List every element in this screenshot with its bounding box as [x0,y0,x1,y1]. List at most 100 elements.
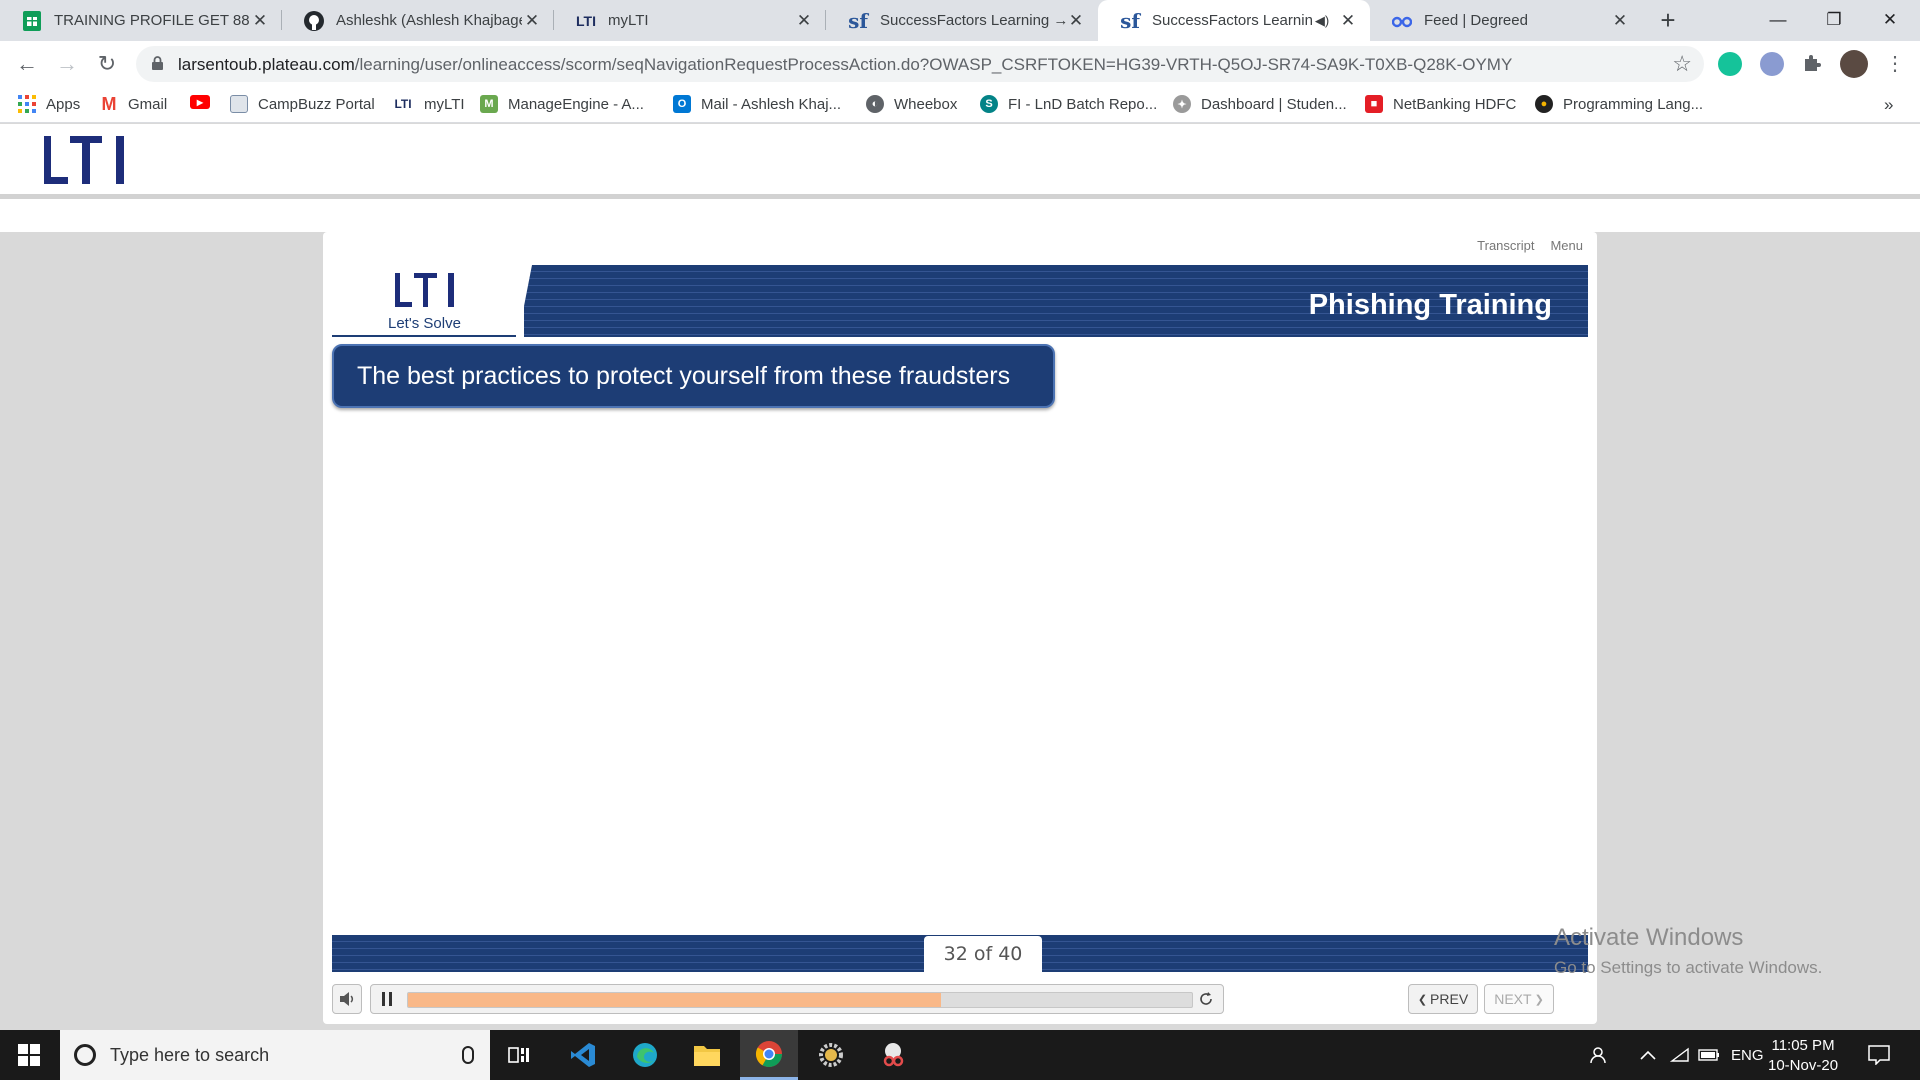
site-subbar [0,199,1920,232]
chevron-up-icon[interactable] [1640,1030,1656,1080]
manageengine-icon: M [480,95,498,113]
microphone-icon[interactable] [462,1046,474,1064]
new-tab-button[interactable]: + [1652,6,1684,36]
file-explorer-icon[interactable] [678,1030,736,1080]
start-button[interactable] [0,1030,58,1080]
edge-icon[interactable] [616,1030,674,1080]
watermark-title: Activate Windows [1554,924,1744,951]
extensions-puzzle-icon[interactable] [1800,52,1824,76]
bookmark-mail[interactable]: O Mail - Ashlesh Khaj... [673,95,841,113]
course-player: Transcript Menu Let's Solve Phishing Tra… [323,232,1597,1024]
extension-icon[interactable] [1760,52,1784,76]
player-footer-band: 32 of 40 [332,935,1588,972]
youtube-icon: ▶ [190,95,210,109]
tab-title: Ashleshk (Ashlesh Khajbage) [336,12,522,29]
snipping-tool-icon[interactable] [864,1030,922,1080]
url-path: /learning/user/onlineaccess/scorm/seqNav… [354,55,1513,74]
bookmark-label: Gmail [128,95,168,113]
browser-tab[interactable]: Ashleshk (Ashlesh Khajbage) ✕ [282,0,554,41]
document-icon [230,95,248,113]
close-tab-icon[interactable]: ✕ [1066,11,1086,31]
address-bar[interactable]: larsentoub.plateau.com/learning/user/onl… [136,46,1704,82]
prev-button[interactable]: ❮ PREV [1408,984,1478,1014]
site-header [0,124,1920,194]
bookmark-gmail[interactable]: M Gmail [100,94,168,114]
taskbar-search[interactable]: Type here to search [60,1030,490,1080]
seal-icon: ✦ [1173,95,1191,113]
profile-avatar[interactable] [1840,50,1868,78]
course-banner: Let's Solve Phishing Training [332,265,1588,337]
minimize-button[interactable]: — [1750,0,1806,41]
forward-button[interactable]: → [52,49,82,79]
browser-tab[interactable]: TRAINING PROFILE GET 881 - ✕ [0,0,282,41]
people-icon[interactable] [1590,1030,1610,1080]
bookmark-dashboard[interactable]: ✦ Dashboard | Studen... [1173,95,1347,113]
logo-tagline: Let's Solve [388,315,461,332]
bookmark-apps[interactable]: Apps [18,95,80,113]
course-logo: Let's Solve [332,265,524,337]
close-tab-icon[interactable]: ✕ [1610,11,1630,31]
lti-logo-icon [395,273,454,307]
settings-gear-icon[interactable] [802,1030,860,1080]
reload-button[interactable]: ↻ [92,49,122,79]
degreed-icon [1392,11,1412,31]
restore-button[interactable]: ❐ [1806,0,1862,41]
next-button[interactable]: NEXT ❯ [1484,984,1554,1014]
bookmark-youtube[interactable]: ▶ [190,95,220,109]
bookmark-lnd-batch[interactable]: S FI - LnD Batch Repo... [980,95,1157,113]
bookmark-label: Wheebox [894,95,958,113]
wifi-icon[interactable] [1670,1030,1690,1080]
logo-underline [332,335,516,337]
system-clock[interactable]: 11:05 PM 10-Nov-20 [1768,1036,1838,1076]
chrome-menu-icon[interactable]: ⋮ [1880,49,1910,79]
replay-icon[interactable] [1197,990,1215,1008]
globe-icon: ◐ [866,95,884,113]
notifications-icon[interactable] [1868,1030,1890,1080]
battery-icon[interactable] [1698,1030,1720,1080]
menu-link[interactable]: Menu [1550,238,1583,253]
windows-logo-icon [18,1044,40,1066]
chevron-right-icon: ❯ [1534,993,1544,1006]
course-title: Phishing Training [1308,289,1552,321]
task-view-icon[interactable] [490,1030,548,1080]
browser-tab[interactable]: LTI myLTI ✕ [554,0,826,41]
grammarly-icon[interactable] [1718,52,1742,76]
outlook-icon: O [673,95,691,113]
prev-label: PREV [1430,991,1469,1007]
close-tab-icon[interactable]: ✕ [1338,11,1358,31]
tab-title: SuccessFactors Learning [1152,12,1312,29]
bookmark-manageengine[interactable]: M ManageEngine - A... [480,95,644,113]
mute-button[interactable] [332,984,362,1014]
chrome-icon[interactable] [740,1030,798,1080]
bookmark-star-icon[interactable]: ☆ [1672,51,1692,77]
vscode-icon[interactable] [554,1030,612,1080]
site-logo[interactable] [42,134,130,191]
back-button[interactable]: ← [12,49,42,79]
transcript-link[interactable]: Transcript [1477,238,1534,253]
close-tab-icon[interactable]: ✕ [794,11,814,31]
bookmark-wheebox[interactable]: ◐ Wheebox [866,95,957,113]
bookmark-label: ManageEngine - A... [508,95,644,113]
more-bookmarks-button[interactable]: » [1884,95,1893,115]
bookmark-label: Programming Lang... [1563,95,1704,113]
browser-tab-active[interactable]: sf SuccessFactors Learning ◀) ✕ [1098,0,1370,41]
language-indicator[interactable]: ENG [1731,1030,1764,1080]
browser-tab[interactable]: sf SuccessFactors Learning → L ✕ [826,0,1098,41]
close-tab-icon[interactable]: ✕ [522,11,542,31]
browser-tab[interactable]: Feed | Degreed ✕ [1370,0,1642,41]
lti-icon: LTI [576,12,596,29]
close-window-button[interactable]: ✕ [1862,0,1918,41]
bookmark-campbuzz[interactable]: CampBuzz Portal [230,95,375,113]
bookmark-programming[interactable]: ● Programming Lang... [1535,95,1703,113]
speaker-icon[interactable]: ◀) [1312,13,1332,29]
bookmark-label: FI - LnD Batch Repo... [1008,95,1158,113]
lock-icon [152,56,163,70]
bookmark-hdfc[interactable]: ■ NetBanking HDFC [1365,95,1516,113]
bookmark-mylti[interactable]: LTI myLTI [392,95,464,113]
sharepoint-icon: S [980,95,998,113]
close-tab-icon[interactable]: ✕ [250,11,270,31]
progress-bar[interactable] [407,992,1193,1008]
player-top-nav: Transcript Menu [1477,238,1583,253]
pause-button[interactable] [375,988,399,1010]
hdfc-icon: ■ [1365,95,1383,113]
